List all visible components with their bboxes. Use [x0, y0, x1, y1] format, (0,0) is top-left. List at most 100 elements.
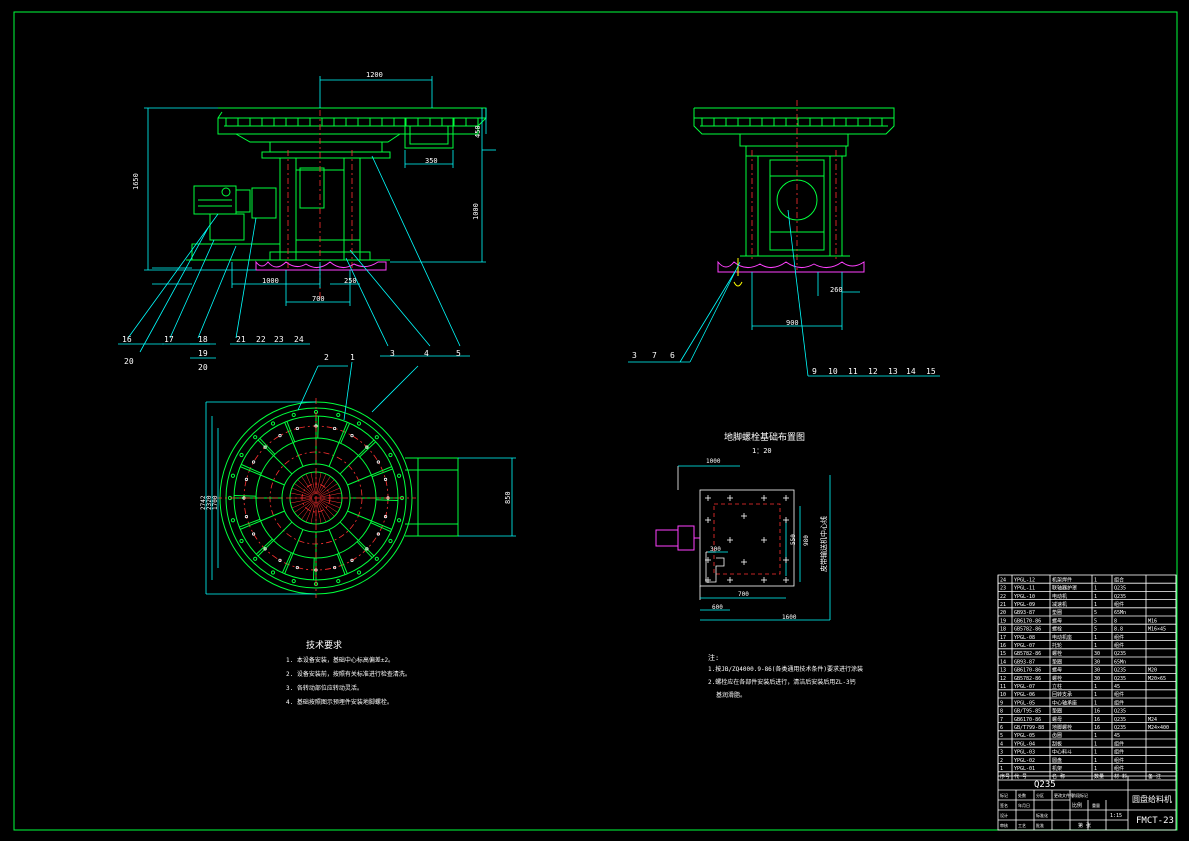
bom-cell: M16×45: [1148, 627, 1166, 633]
bom-cell: M20×65: [1148, 676, 1166, 682]
bom-cell: 16: [1094, 709, 1100, 715]
bom-cell: 10: [1000, 692, 1006, 698]
bom-cell: 齿圈: [1052, 733, 1062, 739]
dim-gearbox-height: 450: [474, 125, 482, 138]
material-label: Q235: [1034, 780, 1056, 790]
tech-req-item: 3. 各转动部位应转动灵活。: [286, 684, 363, 692]
notes-item: 基润滑脂。: [716, 691, 746, 699]
tb-label: 处数: [1018, 792, 1026, 798]
balloon: 1: [350, 353, 355, 362]
bom-cell: M20: [1148, 668, 1157, 674]
bom-cell: GB93-87: [1014, 659, 1035, 665]
balloon: 19: [198, 349, 208, 358]
bom-cell: 垫圈: [1052, 609, 1062, 616]
bom-cell: 1: [1094, 750, 1097, 756]
bom-cell: 螺栓: [1052, 675, 1062, 682]
balloon: 18: [198, 335, 208, 344]
bom-cell: 圆盘: [1052, 757, 1062, 764]
dim-found-1600: 1600: [782, 614, 797, 621]
bom-cell: GB6170-86: [1014, 618, 1041, 624]
bom-cell: 6: [1000, 725, 1003, 731]
dim-side-900: 900: [786, 319, 799, 327]
bom-cell: YPGL-01: [1014, 766, 1035, 772]
bom-cell: 8: [1000, 709, 1003, 715]
plan-view: [205, 361, 516, 598]
bom-cell: YPGL-10: [1014, 594, 1035, 600]
bom-cell: YPGL-06: [1014, 692, 1035, 698]
bom-cell: 8: [1114, 618, 1117, 624]
bom-cell: M16: [1148, 618, 1157, 624]
bom-cell: 组合: [1114, 576, 1124, 583]
bom-cell: 30: [1094, 659, 1100, 665]
bom-cell: Q235: [1114, 717, 1126, 723]
tb-label: 重量: [1092, 802, 1100, 808]
tech-req-title: 技术要求: [306, 639, 342, 651]
bom-cell: 11: [1000, 684, 1006, 690]
bom-cell: 组件: [1114, 601, 1124, 608]
bom-cell: 螺栓: [1052, 650, 1062, 657]
bom-cell: 1: [1094, 594, 1097, 600]
foundation-centerline-note: 皮带输送机中心线: [819, 516, 828, 572]
balloon: 3: [390, 349, 395, 358]
bom-cell: 65Mn: [1114, 659, 1126, 665]
dim-found-300: 300: [710, 546, 721, 553]
bom-cell: 组件: [1114, 749, 1124, 756]
bom-cell: 机架: [1052, 765, 1062, 772]
tb-label: 工艺: [1018, 823, 1026, 828]
bom-cell: 托轮: [1052, 642, 1062, 649]
bom-cell: 螺栓: [1052, 626, 1062, 633]
bom-cell: 45: [1114, 733, 1120, 739]
bom-cell: 1: [1094, 700, 1097, 706]
dim-found-980: 980: [803, 535, 810, 546]
bom-cell: 1: [1094, 741, 1097, 747]
bom-cell: Q235: [1114, 709, 1126, 715]
bom-cell: 刮板: [1052, 740, 1062, 747]
bom-cell: 24: [1000, 577, 1006, 583]
balloon: 23: [274, 335, 284, 344]
balloon: 22: [256, 335, 266, 344]
balloon: 14: [906, 367, 916, 376]
bom-cell: 13: [1000, 668, 1006, 674]
bom-cell: YPGL-04: [1014, 741, 1035, 747]
bom-cell: GB/T799-88: [1014, 725, 1044, 731]
bom-cell: YPGL-03: [1014, 750, 1035, 756]
tb-label: 年月日: [1018, 802, 1030, 808]
dim-found-550: 550: [790, 534, 797, 545]
bom-cell: 18: [1000, 627, 1006, 633]
tb-label: 签名: [1000, 802, 1008, 808]
cad-drawing: 1200 1650 450 350 1000 1000 700 250 16 2…: [13, 11, 1178, 831]
bom-cell: 5: [1094, 610, 1097, 616]
bom-cell: 8.8: [1114, 627, 1123, 633]
tb-label: 阶段标记: [1072, 792, 1088, 798]
bom-cell: 1: [1094, 602, 1097, 608]
bom-cell: GB6170-86: [1014, 668, 1041, 674]
bom-cell: 9: [1000, 700, 1003, 706]
bom-cell: 垫圈: [1052, 658, 1062, 665]
bom-cell: YPGL-08: [1014, 635, 1035, 641]
bom-cell: 7: [1000, 717, 1003, 723]
bom-cell: Q235: [1114, 586, 1126, 592]
bom-cell: 组件: [1114, 765, 1124, 772]
bom-cell: 45: [1114, 684, 1120, 690]
balloon: 9: [812, 367, 817, 376]
balloon: 11: [848, 367, 858, 376]
drawing-frame: [13, 11, 1178, 831]
balloon: 6: [670, 351, 675, 360]
balloon: 13: [888, 367, 898, 376]
bom-header-cell: 序号: [1000, 773, 1010, 780]
bom-cell: 16: [1094, 725, 1100, 731]
dim-base-700: 700: [312, 295, 325, 303]
bom-cell: 电动机座: [1052, 634, 1072, 641]
bom-cell: 3: [1000, 750, 1003, 756]
dim-base-250: 250: [344, 277, 357, 285]
bom-cell: 1: [1094, 635, 1097, 641]
bom-cell: GB5782-86: [1014, 676, 1041, 682]
bom-cell: 30: [1094, 668, 1100, 674]
scale-value: 1:15: [1110, 813, 1122, 819]
tb-label: 分区: [1036, 792, 1044, 798]
dim-found-700: 700: [738, 591, 749, 598]
dim-base-1000: 1000: [262, 277, 279, 285]
bom-cell: YPGL-05: [1014, 700, 1035, 706]
dim-plan-850: 850: [504, 491, 512, 504]
balloon: 24: [294, 335, 304, 344]
